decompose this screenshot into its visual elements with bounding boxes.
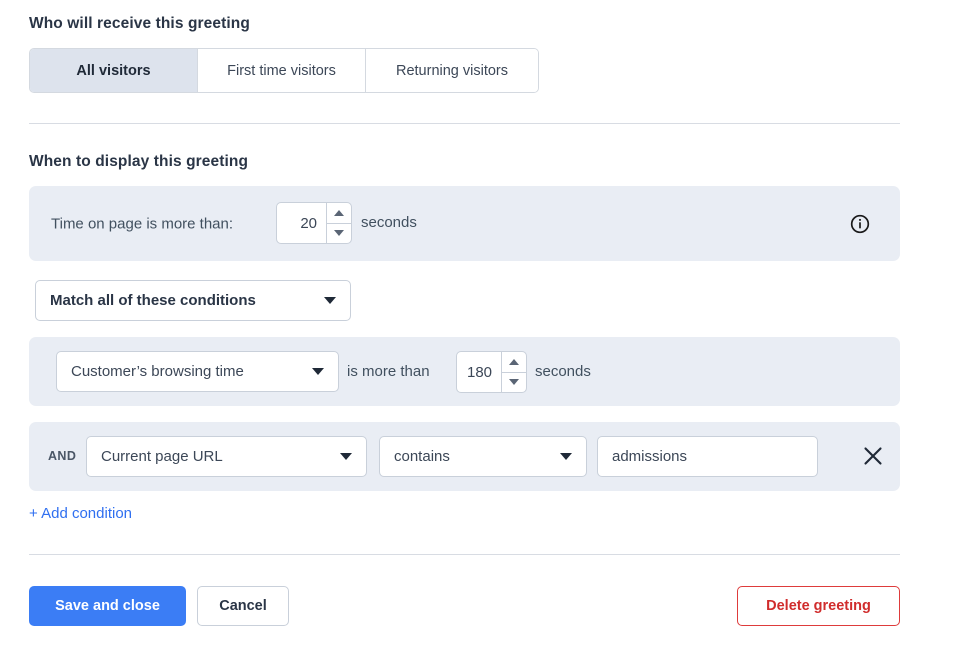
time-on-page-label: Time on page is more than: xyxy=(51,215,234,232)
section-divider-bottom xyxy=(29,554,900,555)
add-condition-link[interactable]: + Add condition xyxy=(29,505,132,522)
chevron-down-icon xyxy=(340,453,352,460)
condition-1-subject-dropdown[interactable]: Current page URL xyxy=(86,436,367,477)
condition-0-value-stepper[interactable] xyxy=(456,351,527,393)
chevron-down-icon xyxy=(560,453,572,460)
cancel-button[interactable]: Cancel xyxy=(197,586,289,626)
condition-0-operator-label: is more than xyxy=(347,363,430,380)
save-and-close-button[interactable]: Save and close xyxy=(29,586,186,626)
condition-1-operator-dropdown[interactable]: contains xyxy=(379,436,587,477)
chevron-down-icon xyxy=(312,368,324,375)
stepper-decrement-button[interactable] xyxy=(327,224,351,244)
audience-section-title: Who will receive this greeting xyxy=(29,15,250,32)
time-on-page-stepper-arrows xyxy=(326,203,351,243)
delete-greeting-button[interactable]: Delete greeting xyxy=(737,586,900,626)
greeting-settings-page: Who will receive this greeting All visit… xyxy=(0,0,966,655)
time-on-page-stepper[interactable] xyxy=(276,202,352,244)
condition-0-subject-value: Customer’s browsing time xyxy=(71,363,244,380)
audience-option-returning-visitors[interactable]: Returning visitors xyxy=(366,49,538,92)
chevron-down-icon xyxy=(324,297,336,304)
stepper-increment-button[interactable] xyxy=(502,352,526,373)
section-divider-top xyxy=(29,123,900,124)
audience-option-all-visitors[interactable]: All visitors xyxy=(30,49,198,92)
condition-0-value-input[interactable] xyxy=(457,352,501,392)
condition-0-subject-dropdown[interactable]: Customer’s browsing time xyxy=(56,351,339,392)
condition-1-operator-value: contains xyxy=(394,448,450,465)
stepper-increment-button[interactable] xyxy=(327,203,351,224)
stepper-decrement-button[interactable] xyxy=(502,373,526,393)
timing-section-title: When to display this greeting xyxy=(29,153,249,170)
condition-1-joiner-label: AND xyxy=(48,449,77,463)
info-circle-icon[interactable] xyxy=(850,214,870,234)
audience-segmented-control: All visitors First time visitors Returni… xyxy=(29,48,539,93)
time-on-page-input[interactable] xyxy=(277,203,326,243)
audience-option-first-time-visitors[interactable]: First time visitors xyxy=(198,49,366,92)
condition-1-value-input[interactable] xyxy=(597,436,818,477)
condition-1-subject-value: Current page URL xyxy=(101,448,223,465)
close-icon[interactable] xyxy=(861,444,885,468)
time-on-page-unit-label: seconds xyxy=(361,214,417,231)
match-mode-value: Match all of these conditions xyxy=(50,292,256,309)
match-mode-dropdown[interactable]: Match all of these conditions xyxy=(35,280,351,321)
condition-0-stepper-arrows xyxy=(501,352,526,392)
time-on-page-panel: Time on page is more than: xyxy=(29,186,900,261)
condition-0-unit-label: seconds xyxy=(535,363,591,380)
